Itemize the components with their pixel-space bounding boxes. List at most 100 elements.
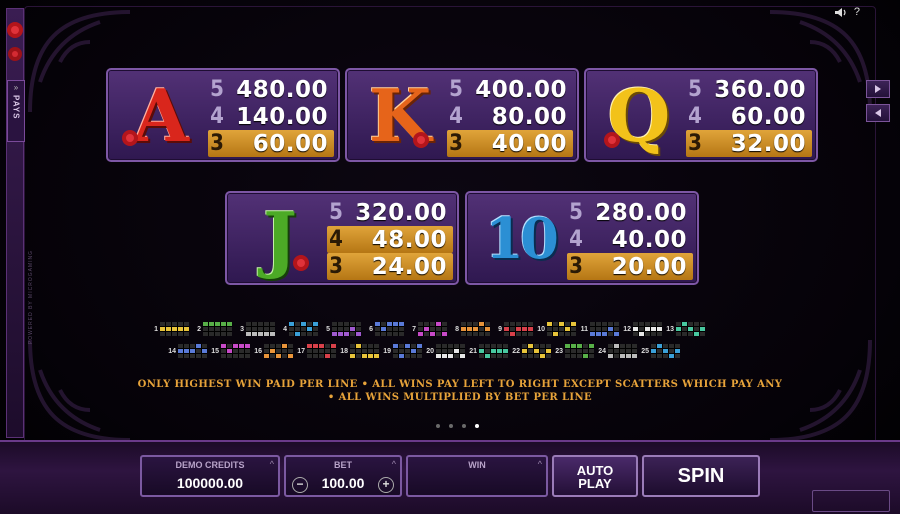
payline-pattern-icon [547,322,576,336]
paytable-card-a: A 5 480.00 4 140.00 3 60.00 [106,68,340,162]
pay-row-3: 3 20.00 [567,253,693,280]
payline-10: 10 [537,322,576,336]
win-label: WIN [468,460,486,470]
pay-row-5: 5 480.00 [208,76,334,103]
payline-pattern-icon [418,322,447,336]
rules-line: • ALL WINS MULTIPLIED BY BET PER LINE [327,392,593,403]
bet-increase-button[interactable]: + [378,477,394,493]
payline-number: 9 [498,325,502,333]
match-count: 3 [329,254,343,279]
payline-number: 25 [641,347,649,355]
match-count: 4 [569,227,583,252]
payline-7: 7 [408,322,447,336]
payline-3: 3 [236,322,275,336]
payline-number: 2 [197,325,201,333]
payline-pattern-icon [590,322,619,336]
double-chevron-icon: » [13,83,19,92]
settings-panel[interactable] [812,490,890,512]
payline-18: 18 [340,344,379,358]
top-icons: ? [834,6,860,18]
pay-row-4: 4 140.00 [208,103,334,130]
match-count: 4 [688,104,702,129]
arrow-left-icon [875,109,881,117]
page-dot-active[interactable] [475,424,479,428]
payline-number: 7 [412,325,416,333]
rose-icon [7,22,23,61]
payline-pattern-icon [375,322,404,336]
match-count: 4 [449,104,463,129]
pays-tab[interactable]: » PAYS [7,80,25,142]
pay-value: 20.00 [611,253,687,280]
pay-row-4: 4 60.00 [686,103,812,130]
caret-up-icon: ^ [537,459,542,469]
pay-row-3: 3 32.00 [686,130,812,157]
page-dot[interactable] [449,424,453,428]
page-indicator [436,424,479,428]
payline-13: 13 [666,322,705,336]
pay-value: 40.00 [611,226,687,253]
payline-21: 21 [469,344,508,358]
pays-tab-label: PAYS [11,95,21,120]
bet-label: BET [334,460,352,470]
payline-pattern-icon [221,344,250,358]
page-dot[interactable] [462,424,466,428]
payline-number: 23 [555,347,563,355]
payline-pattern-icon [676,322,705,336]
match-count: 4 [210,104,224,129]
payline-pattern-icon [178,344,207,358]
bet-decrease-button[interactable]: − [292,477,308,493]
payline-number: 13 [666,325,674,333]
rose-icon [293,255,309,271]
rose-icon [122,130,138,146]
pay-row-5: 5 320.00 [327,199,453,226]
payline-number: 20 [426,347,434,355]
speaker-icon[interactable] [834,7,848,18]
spin-button[interactable]: SPIN [642,455,760,497]
paytable-card-q: Q 5 360.00 4 60.00 3 32.00 [584,68,818,162]
pay-row-5: 5 360.00 [686,76,812,103]
pay-value: 32.00 [730,130,806,157]
payline-number: 14 [168,347,176,355]
payline-pattern-icon [160,322,189,336]
payline-pattern-icon [436,344,465,358]
pay-value: 320.00 [355,199,447,226]
paytable-card-10: 10 5 280.00 4 40.00 3 20.00 [465,191,699,285]
payline-pattern-icon [522,344,551,358]
caret-up-icon[interactable]: ^ [392,459,396,469]
help-button[interactable]: ? [854,6,860,18]
payline-number: 22 [512,347,520,355]
payline-number: 19 [383,347,391,355]
payline-pattern-icon [504,322,533,336]
page-dot[interactable] [436,424,440,428]
autoplay-button[interactable]: AUTO PLAY [552,455,638,497]
pay-value: 360.00 [714,76,806,103]
payline-25: 25 [641,344,680,358]
game-rules: ONLY HIGHEST WIN PAID PER LINE • ALL WIN… [100,378,820,404]
payline-number: 15 [211,347,219,355]
pay-value: 40.00 [491,130,567,157]
payline-number: 3 [240,325,244,333]
pay-value: 140.00 [236,103,328,130]
paytable-card-k: K 5 400.00 4 80.00 3 40.00 [345,68,579,162]
credits-value: 100000.00 [176,475,244,491]
autoplay-label: PLAY [578,476,612,491]
pay-row-3: 3 24.00 [327,253,453,280]
rose-icon [413,132,429,148]
payline-6: 6 [365,322,404,336]
match-count: 3 [210,131,224,156]
payline-pattern-icon [350,344,379,358]
arrow-right-icon [875,85,881,93]
prev-page-button[interactable] [866,104,890,122]
credits-field[interactable]: DEMO CREDITS 100000.00 ^ [140,455,280,497]
payline-23: 23 [555,344,594,358]
rules-line: ONLY HIGHEST WIN PAID PER LINE • ALL WIN… [137,379,783,390]
payline-pattern-icon [246,322,275,336]
payline-11: 11 [580,322,619,336]
payline-pattern-icon [479,344,508,358]
payline-number: 18 [340,347,348,355]
pay-value: 60.00 [730,103,806,130]
next-page-button[interactable] [866,80,890,98]
paylines-row: 14 15 16 17 18 19 20 21 22 23 24 25 [150,340,790,362]
payline-pattern-icon [203,322,232,336]
payline-8: 8 [451,322,490,336]
